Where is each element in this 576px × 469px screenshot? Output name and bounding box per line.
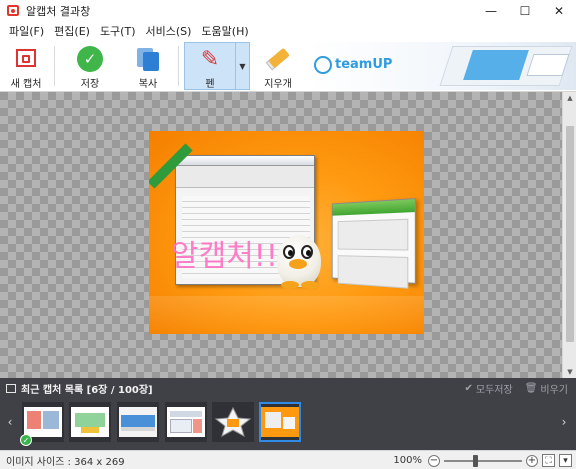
chevron-down-icon: ▾ (563, 455, 568, 466)
save-all-label: 모두저장 (475, 384, 513, 396)
pen-icon: ✎ (200, 47, 220, 72)
save-button[interactable]: ✓ 저장 (68, 42, 112, 90)
title-bar: 알캡처 결과창 — ☐ ✕ (0, 0, 576, 22)
captured-image[interactable]: 알캡처!! (149, 131, 424, 334)
checkmark-icon: ✔ (464, 382, 473, 394)
chevron-down-icon: ▼ (239, 61, 246, 71)
zoom-percent: 100% (393, 455, 422, 466)
teamup-banner-ad[interactable]: teamUP (308, 42, 576, 90)
thumbnail-item[interactable] (117, 402, 159, 442)
thumbnail-item-selected[interactable] (259, 402, 301, 442)
thumbnail-item[interactable] (212, 402, 254, 442)
thumbnail-strip: ‹ ✓ › (0, 400, 576, 448)
zoom-in-button[interactable]: + (526, 454, 538, 467)
eraser-icon (265, 46, 291, 72)
menu-help[interactable]: 도움말(H) (196, 23, 253, 39)
fit-to-window-button[interactable]: ⛶ (542, 454, 555, 467)
check-icon: ✓ (20, 434, 32, 446)
scroll-up-arrow[interactable]: ▲ (563, 92, 576, 104)
save-label: 저장 (80, 79, 100, 90)
menu-bar: 파일(F) 편집(E) 도구(T) 서비스(S) 도움말(H) (0, 22, 576, 40)
clear-label: 비우기 (540, 384, 568, 396)
app-logo-icon (6, 4, 20, 18)
menu-file[interactable]: 파일(F) (4, 23, 49, 39)
save-all-button[interactable]: ✔ 모두저장 (464, 381, 512, 396)
maximize-button[interactable]: ☐ (508, 0, 542, 22)
plus-icon: + (527, 454, 537, 466)
panel-header: 최근 캡처 목록 [6장 / 100장] ✔ 모두저장 🗑 비우기 (0, 378, 576, 398)
panel-title: 최근 캡처 목록 [6장 / 100장] (21, 384, 153, 396)
trash-icon: 🗑 (524, 382, 538, 394)
copy-icon (135, 46, 161, 72)
minus-icon: − (429, 454, 439, 466)
view-options-button[interactable]: ▾ (559, 454, 572, 467)
new-capture-button[interactable]: 새 캡처 (4, 42, 48, 90)
image-size-text: 이미지 사이즈 : 364 x 269 (6, 456, 125, 468)
copy-button[interactable]: 복사 (126, 42, 170, 90)
zoom-controls: 100% − + ⛶ ▾ (393, 451, 572, 469)
window-controls: — ☐ ✕ (474, 0, 576, 22)
pen-options-dropdown[interactable]: ▼ (236, 42, 250, 90)
star-shape-thumbnail (214, 407, 252, 437)
thumbnail-item[interactable] (69, 402, 111, 442)
checkmark-icon: ✓ (77, 46, 103, 72)
window-title: 알캡처 결과창 (26, 5, 91, 18)
toolbar-divider (54, 46, 55, 86)
pen-annotation: 알캡처!! (171, 239, 278, 274)
minimize-button[interactable]: — (474, 0, 508, 22)
recent-captures-panel: 최근 캡처 목록 [6장 / 100장] ✔ 모두저장 🗑 비우기 ‹ ✓ › (0, 378, 576, 450)
fit-icon: ⛶ (545, 455, 552, 466)
zoom-out-button[interactable]: − (428, 454, 440, 467)
close-button[interactable]: ✕ (542, 0, 576, 22)
vertical-scrollbar[interactable]: ▲ ▼ (562, 92, 576, 378)
clear-button[interactable]: 🗑 비우기 (525, 381, 568, 396)
status-bar: 이미지 사이즈 : 364 x 269 100% − + ⛶ ▾ (0, 450, 576, 469)
prev-arrow-icon[interactable]: ‹ (4, 414, 16, 430)
pen-button[interactable]: ✎ 펜 (184, 42, 236, 90)
capture-list-icon (6, 383, 16, 393)
eraser-button[interactable]: 지우개 (256, 42, 300, 90)
thumbnail-item[interactable]: ✓ (20, 402, 64, 446)
menu-tools[interactable]: 도구(T) (95, 23, 141, 39)
copy-label: 복사 (138, 79, 158, 90)
teamup-logo-icon (314, 56, 332, 74)
panel-actions: ✔ 모두저장 🗑 비우기 (464, 378, 568, 398)
menu-edit[interactable]: 편집(E) (49, 23, 95, 39)
menu-service[interactable]: 서비스(S) (140, 23, 196, 39)
scrollbar-thumb[interactable] (566, 126, 574, 342)
eraser-label: 지우개 (264, 79, 292, 90)
zoom-slider[interactable] (444, 454, 522, 467)
pen-label: 펜 (205, 79, 215, 90)
new-capture-label: 새 캡처 (10, 79, 42, 90)
zoom-slider-handle[interactable] (472, 454, 478, 467)
scroll-down-arrow[interactable]: ▼ (563, 366, 576, 378)
next-arrow-icon[interactable]: › (558, 414, 570, 430)
toolbar-divider (178, 46, 179, 86)
new-capture-icon (13, 46, 39, 72)
thumbnail-item[interactable] (165, 402, 207, 442)
banner-brand: teamUP (335, 57, 393, 72)
handwriting-text: 알캡처!! (171, 239, 278, 274)
